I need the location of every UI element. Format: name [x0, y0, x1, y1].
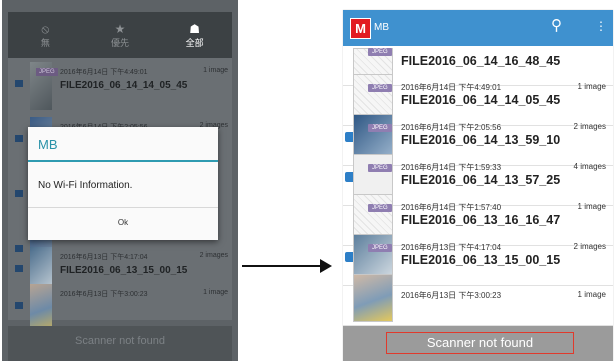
file-date: 2016年6月14日 下午4:49:01	[401, 83, 502, 92]
filter-all-label: 全部	[185, 37, 204, 48]
image-count: 1 image	[577, 82, 606, 91]
select-tab[interactable]	[15, 190, 23, 197]
file-name: FILE2016_06_13_15_00_15	[60, 265, 188, 276]
filter-none-button[interactable]: ⦸ 無	[15, 22, 75, 49]
app-header: M MB ⚲ ⋮	[343, 10, 613, 46]
app-logo: M	[350, 18, 371, 39]
file-name: FILE2016_06_13_16_16_47	[401, 213, 561, 227]
file-name: FILE2016_06_14_16_48_45	[401, 54, 561, 68]
scanner-status-button[interactable]: Scanner not found	[386, 332, 574, 354]
file-meta: 2016年6月14日 下午4:49:01 1 image	[401, 82, 606, 93]
image-count: 1 image	[577, 202, 606, 211]
arrow-line	[242, 265, 322, 267]
left-phone-screen: ⦸ 無 ★ 優先 ☗ 全部 JPEG 2016年6月14日 下午4:49:01 …	[2, 0, 238, 361]
overflow-menu-icon[interactable]: ⋮	[595, 19, 607, 33]
dialog-divider	[28, 160, 218, 162]
alert-dialog: MB No Wi-Fi Information. Ok	[28, 127, 218, 240]
ok-button[interactable]: Ok	[28, 208, 218, 240]
filter-toolbar: ⦸ 無 ★ 優先 ☗ 全部	[8, 12, 232, 58]
file-meta: 2016年6月14日 下午2:05:56 2 images	[401, 122, 606, 133]
file-date: 2016年6月14日 下午4:49:01	[60, 69, 148, 76]
file-thumbnail	[30, 284, 52, 332]
file-name: FILE2016_06_14_13_57_25	[401, 173, 561, 187]
select-tab[interactable]	[15, 80, 23, 87]
file-date: 2016年6月13日 下午3:00:23	[60, 291, 148, 298]
list-item[interactable]: JPEG 2016年6月14日 下午4:49:01 1 image FILE20…	[8, 58, 232, 113]
file-meta: 2016年6月13日 下午3:00:23 1 image	[60, 289, 228, 299]
image-count: 1 image	[577, 290, 606, 299]
jpeg-badge: JPEG	[368, 244, 392, 252]
file-name: FILE2016_06_14_13_59_10	[401, 133, 561, 147]
filter-priority-button[interactable]: ★ 優先	[90, 22, 150, 49]
jpeg-badge: JPEG	[36, 68, 58, 76]
jpeg-badge: JPEG	[368, 204, 392, 212]
app-title: MB	[374, 22, 389, 33]
file-meta: 2016年6月14日 下午1:59:33 4 images	[401, 162, 606, 173]
filter-priority-label: 優先	[110, 37, 129, 48]
tag-icon: ☗	[189, 21, 201, 36]
file-name: FILE2016_06_14_14_05_45	[60, 80, 188, 91]
select-tab[interactable]	[15, 135, 23, 142]
select-tab[interactable]	[15, 302, 23, 309]
image-count: 2 images	[573, 122, 606, 131]
list-item[interactable]: 2016年6月13日 下午3:00:23 1 image	[343, 274, 613, 326]
scanner-status-button[interactable]: Scanner not found	[8, 326, 232, 361]
dialog-message: No Wi-Fi Information.	[38, 180, 133, 191]
file-meta: 2016年6月13日 下午4:17:04 2 images	[401, 242, 606, 253]
file-meta: 2016年6月14日 下午4:49:01 1 image	[60, 67, 228, 77]
image-count: 4 images	[573, 162, 606, 171]
star-icon: ★	[114, 21, 126, 36]
jpeg-badge: JPEG	[368, 164, 392, 172]
footer-bar: Scanner not found	[343, 326, 613, 361]
file-date: 2016年6月14日 下午1:59:33	[401, 163, 502, 172]
search-icon[interactable]: ⚲	[551, 16, 562, 34]
image-count: 2 images	[199, 252, 228, 259]
jpeg-badge: JPEG	[368, 48, 392, 56]
filter-none-label: 無	[40, 37, 50, 48]
dialog-title: MB	[38, 137, 58, 152]
file-date: 2016年6月13日 下午4:17:04	[60, 254, 148, 261]
file-name: FILE2016_06_14_14_05_45	[401, 93, 561, 107]
file-date: 2016年6月13日 下午4:17:04	[401, 243, 502, 252]
file-name: FILE2016_06_13_15_00_15	[401, 253, 561, 267]
file-meta: 2016年6月14日 下午1:57:40 1 image	[401, 202, 606, 213]
filter-all-button[interactable]: ☗ 全部	[165, 22, 225, 49]
file-thumbnail	[353, 274, 393, 322]
prohibited-icon: ⦸	[41, 21, 50, 36]
jpeg-badge: JPEG	[368, 84, 392, 92]
image-count: 1 image	[203, 67, 228, 74]
file-date: 2016年6月13日 下午3:00:23	[401, 291, 502, 300]
image-count: 1 image	[203, 289, 228, 296]
file-date: 2016年6月14日 下午2:05:56	[401, 123, 502, 132]
file-date: 2016年6月14日 下午1:57:40	[401, 203, 502, 212]
file-meta: 2016年6月13日 下午3:00:23 1 image	[401, 290, 606, 301]
file-meta: 2016年6月13日 下午4:17:04 2 images	[60, 252, 228, 262]
select-tab[interactable]	[15, 265, 23, 272]
image-count: 2 images	[573, 242, 606, 251]
jpeg-badge: JPEG	[368, 124, 392, 132]
right-phone-screen: M MB ⚲ ⋮ JPEG FILE2016_06_14_16_48_45 JP…	[343, 10, 613, 361]
arrow-head-icon	[320, 259, 332, 273]
